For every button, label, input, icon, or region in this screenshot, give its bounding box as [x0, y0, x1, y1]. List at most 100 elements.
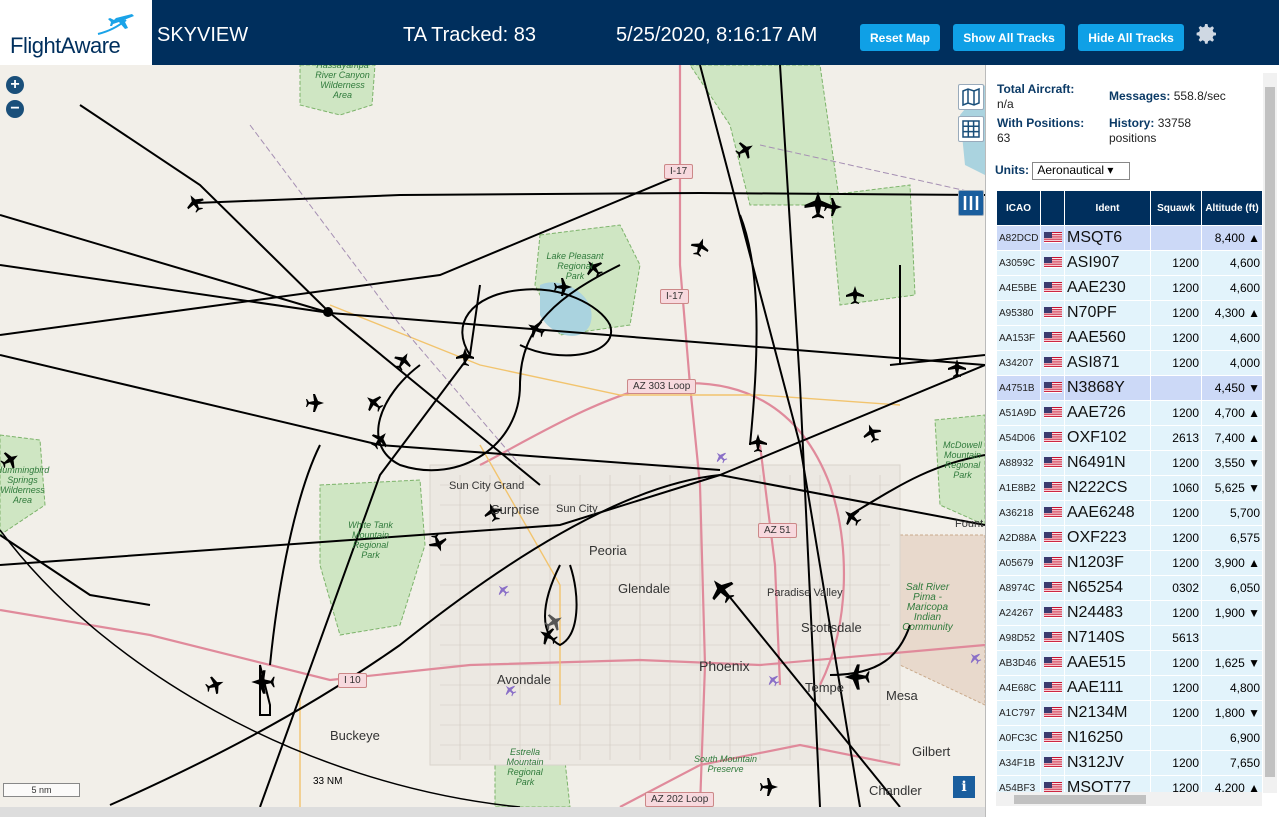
table-row[interactable]: A8974C N65254 0302 6,050 — [996, 575, 1262, 601]
table-row[interactable]: A34F1B N312JV 1200 7,650 — [996, 750, 1262, 776]
aircraft-icon — [205, 676, 224, 695]
table-row[interactable]: A1C797 N2134M 1200 1,800 ▼ — [996, 700, 1262, 726]
aircraft-icon — [306, 394, 324, 412]
table-row[interactable]: A36218 AAE6248 1200 5,700 — [996, 500, 1262, 526]
table-row[interactable]: A95380 N70PF 1200 4,300 ▲ — [996, 300, 1262, 326]
cell-altitude: 8,400 ▲ — [1201, 225, 1262, 251]
cell-altitude: 3,900 ▲ — [1201, 550, 1262, 576]
cell-squawk: 1200 — [1150, 700, 1202, 726]
cell-ident: AAE560 — [1064, 325, 1151, 351]
us-flag-icon — [1040, 475, 1065, 501]
vertical-scrollbar[interactable] — [1263, 73, 1277, 793]
cell-squawk: 1200 — [1150, 675, 1202, 701]
horizontal-scrollbar[interactable] — [996, 792, 1262, 806]
show-all-tracks-button[interactable]: Show All Tracks — [953, 24, 1065, 51]
highway-shield: I-17 — [660, 289, 690, 304]
columns-icon[interactable] — [958, 190, 984, 216]
table-row[interactable]: A05679 N1203F 1200 3,900 ▲ — [996, 550, 1262, 576]
table-row[interactable]: A1E8B2 N222CS 1060 5,625 ▼ — [996, 475, 1262, 501]
table-row[interactable]: A34207 ASI871 1200 4,000 — [996, 350, 1262, 376]
logo[interactable]: FlightAware — [0, 0, 152, 65]
us-flag-icon — [1040, 400, 1065, 426]
receiver-site-icon — [323, 307, 333, 317]
table-row[interactable]: A2D88A OXF223 1200 6,575 — [996, 525, 1262, 551]
table-row[interactable]: A4E5BE AAE230 1200 4,600 — [996, 275, 1262, 301]
hide-all-tracks-button[interactable]: Hide All Tracks — [1078, 24, 1184, 51]
us-flag-icon — [1040, 425, 1065, 451]
cell-squawk: 1200 — [1150, 750, 1202, 776]
table-row[interactable]: AA153F AAE560 1200 4,600 — [996, 325, 1262, 351]
aircraft-table-container: ICAO Ident Squawk Altitude (ft) A82DCD MS… — [996, 190, 1262, 801]
col-header-flag[interactable] — [1040, 190, 1065, 226]
table-row[interactable]: A4E68C AAE111 1200 4,800 — [996, 675, 1262, 701]
col-header-ident[interactable]: Ident — [1064, 190, 1151, 226]
cell-ident: OXF102 — [1064, 425, 1151, 451]
us-flag-icon — [1040, 250, 1065, 276]
place-label: Gilbert — [912, 744, 951, 759]
us-flag-icon — [1040, 350, 1065, 376]
info-icon[interactable]: i — [953, 776, 975, 798]
flight-track — [0, 354, 721, 471]
cell-squawk: 1200 — [1150, 600, 1202, 626]
table-row[interactable]: A4751B N3868Y 4,450 ▼ — [996, 375, 1262, 401]
cell-icao: A2D88A — [996, 525, 1041, 551]
map-canvas — [0, 65, 985, 807]
cell-altitude: 4,300 ▲ — [1201, 300, 1262, 326]
current-datetime: 5/25/2020, 8:16:17 AM — [616, 24, 818, 46]
table-row[interactable]: A51A9D AAE726 1200 4,700 ▲ — [996, 400, 1262, 426]
cell-squawk: 1060 — [1150, 475, 1202, 501]
cell-altitude: 4,700 ▲ — [1201, 400, 1262, 426]
cell-altitude: 5,625 ▼ — [1201, 475, 1262, 501]
table-row[interactable]: AB3D46 AAE515 1200 1,625 ▼ — [996, 650, 1262, 676]
cell-squawk: 1200 — [1150, 650, 1202, 676]
map-view[interactable]: Sun City Grand Surprise Sun City Peoria … — [0, 65, 985, 807]
cell-ident: AAE111 — [1064, 675, 1151, 701]
col-header-altitude[interactable]: Altitude (ft) — [1201, 190, 1262, 226]
cell-ident: N7140S — [1064, 625, 1151, 651]
col-header-icao[interactable]: ICAO — [996, 190, 1041, 226]
us-flag-icon — [1040, 725, 1065, 751]
table-row[interactable]: A82DCD MSQT6 8,400 ▲ — [996, 225, 1262, 251]
table-row[interactable]: A3059C ASI907 1200 4,600 — [996, 250, 1262, 276]
gear-icon[interactable] — [1195, 22, 1219, 46]
park-label: Estrella Mountain Regional Park — [506, 747, 544, 787]
us-flag-icon — [1040, 650, 1065, 676]
units-select[interactable]: Aeronautical ▾ — [1032, 162, 1131, 180]
us-flag-icon — [1040, 550, 1065, 576]
place-label: Avondale — [497, 672, 551, 687]
zoom-out-icon[interactable]: − — [6, 100, 24, 118]
zoom-in-icon[interactable]: + — [6, 76, 24, 94]
cell-altitude: 4,800 — [1201, 675, 1262, 701]
reset-map-button[interactable]: Reset Map — [860, 24, 940, 51]
park-area — [689, 65, 841, 206]
cell-ident: AAE515 — [1064, 650, 1151, 676]
us-flag-icon — [1040, 625, 1065, 651]
table-row[interactable]: A88932 N6491N 1200 3,550 ▼ — [996, 450, 1262, 476]
table-row[interactable]: A54D06 OXF102 2613 7,400 ▲ — [996, 425, 1262, 451]
highway-shield: AZ 202 Loop — [645, 792, 715, 807]
cell-squawk: 1200 — [1150, 450, 1202, 476]
aircraft-panel: Total Aircraft: n/a With Positions: 63 M… — [985, 65, 1279, 817]
map-layers-icon[interactable] — [958, 84, 984, 110]
cell-altitude: 4,450 ▼ — [1201, 375, 1262, 401]
place-label: Paradise Valley — [767, 587, 843, 599]
table-row[interactable]: A24267 N24483 1200 1,900 ▼ — [996, 600, 1262, 626]
cell-icao: A24267 — [996, 600, 1041, 626]
aircraft-table: ICAO Ident Squawk Altitude (ft) A82DCD MS… — [996, 190, 1262, 801]
aircraft-icon — [394, 353, 411, 371]
cell-altitude: 4,600 — [1201, 250, 1262, 276]
col-header-squawk[interactable]: Squawk — [1150, 190, 1202, 226]
grid-icon[interactable] — [958, 116, 984, 142]
cell-squawk: 1200 — [1150, 550, 1202, 576]
cell-squawk: 2613 — [1150, 425, 1202, 451]
cell-icao: AB3D46 — [996, 650, 1041, 676]
place-label: Surprise — [491, 502, 540, 517]
table-row[interactable]: A98D52 N7140S 5613 — [996, 625, 1262, 651]
cell-icao: A34F1B — [996, 750, 1041, 776]
scroll-thumb[interactable] — [1265, 87, 1275, 777]
scroll-thumb[interactable] — [1014, 795, 1146, 804]
cell-squawk: 0302 — [1150, 575, 1202, 601]
cell-altitude: 1,900 ▼ — [1201, 600, 1262, 626]
cell-ident: N24483 — [1064, 600, 1151, 626]
table-row[interactable]: A0FC3C N16250 6,900 — [996, 725, 1262, 751]
